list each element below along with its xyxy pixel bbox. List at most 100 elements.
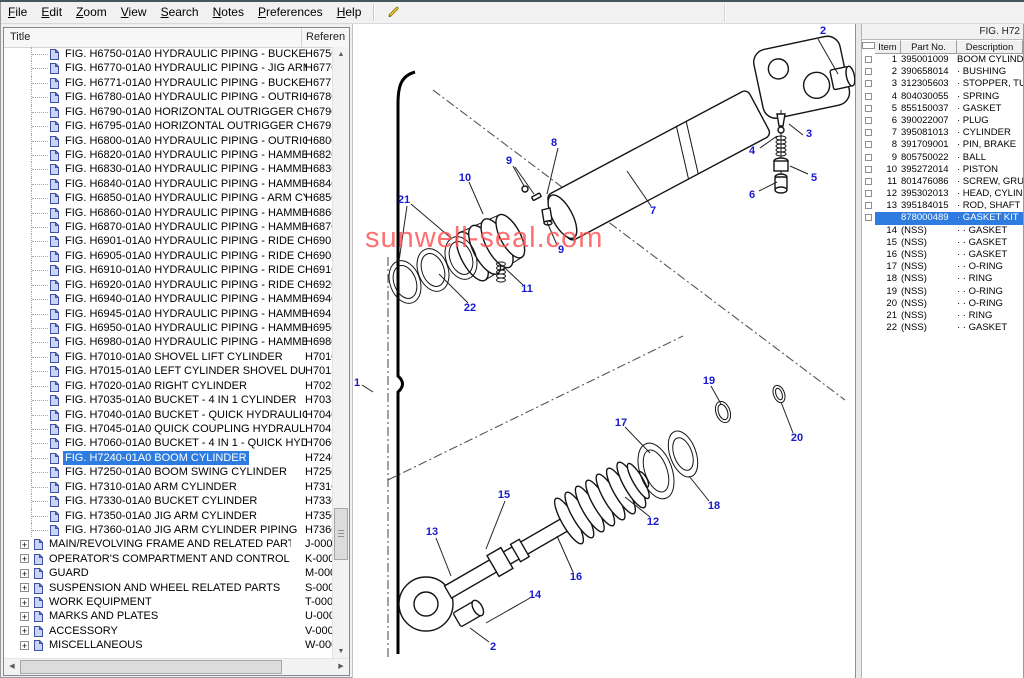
part-callout-2[interactable]: 2 [490,641,496,653]
checkbox[interactable] [865,190,872,197]
tree-item[interactable]: +MARKS AND PLATESU-000 [4,609,333,623]
parts-row[interactable]: 2390658014· BUSHING [862,66,1023,78]
tree-vscroll-thumb[interactable] [334,508,348,560]
part-callout-10[interactable]: 10 [459,172,471,184]
tree-item[interactable]: FIG. H7310-01A0 ARM CYLINDERH7310 [4,480,333,494]
tree-item[interactable]: +SUSPENSION AND WHEEL RELATED PARTSS-000 [4,581,333,595]
part-callout-9[interactable]: 9 [506,155,512,167]
column-part-no[interactable]: Part No. [901,40,957,54]
part-callout-3[interactable]: 3 [806,128,812,140]
tree-item[interactable]: FIG. H7040-01A0 BUCKET - QUICK HYDRAULIC… [4,408,333,422]
menu-view[interactable]: View [114,3,154,22]
parts-row[interactable]: 10395272014· PISTON [862,164,1023,176]
tree-item[interactable]: FIG. H6795-01A0 HORIZONTAL OUTRIGGER CYL… [4,119,333,133]
menu-preferences[interactable]: Preferences [251,3,330,22]
tree-horizontal-scrollbar[interactable]: ◀ ▶ [4,658,349,675]
part-callout-13[interactable]: 13 [426,526,438,538]
checkbox[interactable] [865,80,872,87]
parts-row[interactable]: 17(NSS)· · O-RING [862,261,1023,273]
scroll-up-arrow-icon[interactable]: ▲ [333,47,349,62]
part-callout-5[interactable]: 5 [811,172,817,184]
tree-item[interactable]: FIG. H7240-01A0 BOOM CYLINDERH7240 [4,451,333,465]
tree-item[interactable]: FIG. H6920-01A0 HYDRAULIC PIPING - RIDE … [4,278,333,292]
tree-item[interactable]: +OPERATOR'S COMPARTMENT AND CONTROL SYST… [4,552,333,566]
tree-item[interactable]: FIG. H6840-01A0 HYDRAULIC PIPING - HAMME… [4,177,333,191]
scroll-left-arrow-icon[interactable]: ◀ [4,659,20,674]
checkbox[interactable] [865,141,872,148]
checkbox[interactable] [865,178,872,185]
tree-item[interactable]: +GUARDM-000 [4,566,333,580]
panel-splitter[interactable] [855,24,862,678]
tree-item[interactable]: FIG. H7060-01A0 BUCKET - 4 IN 1 - QUICK … [4,436,333,450]
parts-row[interactable]: 19(NSS)· · O-RING [862,286,1023,298]
parts-row[interactable]: 7395081013· CYLINDER [862,127,1023,139]
part-callout-17[interactable]: 17 [615,417,627,429]
part-callout-21[interactable]: 21 [398,194,410,206]
tree-item[interactable]: FIG. H7350-01A0 JIG ARM CYLINDERH7350 [4,509,333,523]
tree-item[interactable]: +MISCELLANEOUSW-000 [4,638,333,652]
tree-item[interactable]: FIG. H6771-01A0 HYDRAULIC PIPING - BUCKE… [4,76,333,90]
tree-hscroll-thumb[interactable] [20,660,282,674]
parts-row[interactable]: 11801476086· SCREW, GRUB [862,176,1023,188]
expand-plus-icon[interactable]: + [20,612,29,621]
part-callout-12[interactable]: 12 [647,516,659,528]
part-callout-19[interactable]: 19 [703,375,715,387]
tree-item[interactable]: FIG. H7010-01A0 SHOVEL LIFT CYLINDERH701… [4,350,333,364]
checkbox[interactable] [865,68,872,75]
tree-item[interactable]: FIG. H7330-01A0 BUCKET CYLINDERH7330 [4,494,333,508]
parts-row[interactable]: 20(NSS)· · O-RING [862,298,1023,310]
checkbox[interactable] [865,166,872,173]
tree-item[interactable]: FIG. H6790-01A0 HORIZONTAL OUTRIGGER CYL… [4,105,333,119]
parts-row[interactable]: 878000489· GASKET KIT [862,212,1023,224]
checkbox[interactable] [865,202,872,209]
expand-plus-icon[interactable]: + [20,540,29,549]
expand-plus-icon[interactable]: + [20,598,29,607]
tree-item[interactable]: FIG. H7035-01A0 BUCKET - 4 IN 1 CYLINDER… [4,393,333,407]
tree-item[interactable]: FIG. H7020-01A0 RIGHT CYLINDERH7020 [4,379,333,393]
checkbox[interactable] [865,154,872,161]
parts-row[interactable]: 8391709001· PIN, BRAKE [862,139,1023,151]
tree-item[interactable]: +MAIN/REVOLVING FRAME AND RELATED PARTSJ… [4,537,333,551]
part-callout-1[interactable]: 1 [354,377,360,389]
part-callout-11[interactable]: 11 [521,283,533,295]
parts-row[interactable]: 4804030055· SPRING [862,91,1023,103]
tree-item[interactable]: FIG. H6860-01A0 HYDRAULIC PIPING - HAMME… [4,206,333,220]
tree-item[interactable]: FIG. H6980-01A0 HYDRAULIC PIPING - HAMME… [4,335,333,349]
parts-row[interactable]: 9805750022· BALL [862,152,1023,164]
column-title[interactable]: Title [4,28,302,47]
tree-item[interactable]: FIG. H7045-01A0 QUICK COUPLING HYDRAULIC… [4,422,333,436]
tree-item[interactable]: FIG. H6910-01A0 HYDRAULIC PIPING - RIDE … [4,263,333,277]
tree-item[interactable]: +WORK EQUIPMENTT-000 [4,595,333,609]
column-description[interactable]: Description [957,40,1023,54]
menu-help[interactable]: Help [330,3,369,22]
column-item[interactable]: Item [875,40,901,54]
part-callout-16[interactable]: 16 [570,571,582,583]
part-callout-9[interactable]: 9 [558,244,564,256]
checkbox[interactable] [865,56,872,63]
parts-row[interactable]: 13395184015· ROD, SHAFT [862,200,1023,212]
part-callout-8[interactable]: 8 [551,137,557,149]
tree-item[interactable]: FIG. H6850-01A0 HYDRAULIC PIPING - ARM C… [4,191,333,205]
tree-vertical-scrollbar[interactable]: ▲ ▼ [332,47,349,659]
tree-item[interactable]: FIG. H6870-01A0 HYDRAULIC PIPING - HAMME… [4,220,333,234]
scroll-right-arrow-icon[interactable]: ▶ [333,659,349,674]
parts-row[interactable]: 14(NSS)· · GASKET [862,225,1023,237]
parts-row[interactable]: 3312305603· STOPPER, TU [862,78,1023,90]
expand-plus-icon[interactable]: + [20,554,29,563]
part-callout-7[interactable]: 7 [650,205,656,217]
parts-row[interactable]: 21(NSS)· · RING [862,310,1023,322]
tree-item[interactable]: FIG. H7015-01A0 LEFT CYLINDER SHOVEL DUM… [4,364,333,378]
expand-plus-icon[interactable]: + [20,641,29,650]
tree-item[interactable]: FIG. H6820-01A0 HYDRAULIC PIPING - HAMME… [4,148,333,162]
parts-row[interactable]: 12395302013· HEAD, CYLIND [862,188,1023,200]
menu-search[interactable]: Search [154,3,206,22]
checkbox[interactable] [865,93,872,100]
parts-row[interactable]: 22(NSS)· · GASKET [862,322,1023,334]
parts-row[interactable]: 6390022007· PLUG [862,115,1023,127]
parts-row[interactable]: 5855150037· GASKET [862,103,1023,115]
menu-notes[interactable]: Notes [206,3,251,22]
part-callout-6[interactable]: 6 [749,189,755,201]
column-reference[interactable]: Referen [302,28,349,47]
annotate-tool-button[interactable] [380,3,407,22]
parts-row[interactable]: 18(NSS)· · RING [862,273,1023,285]
